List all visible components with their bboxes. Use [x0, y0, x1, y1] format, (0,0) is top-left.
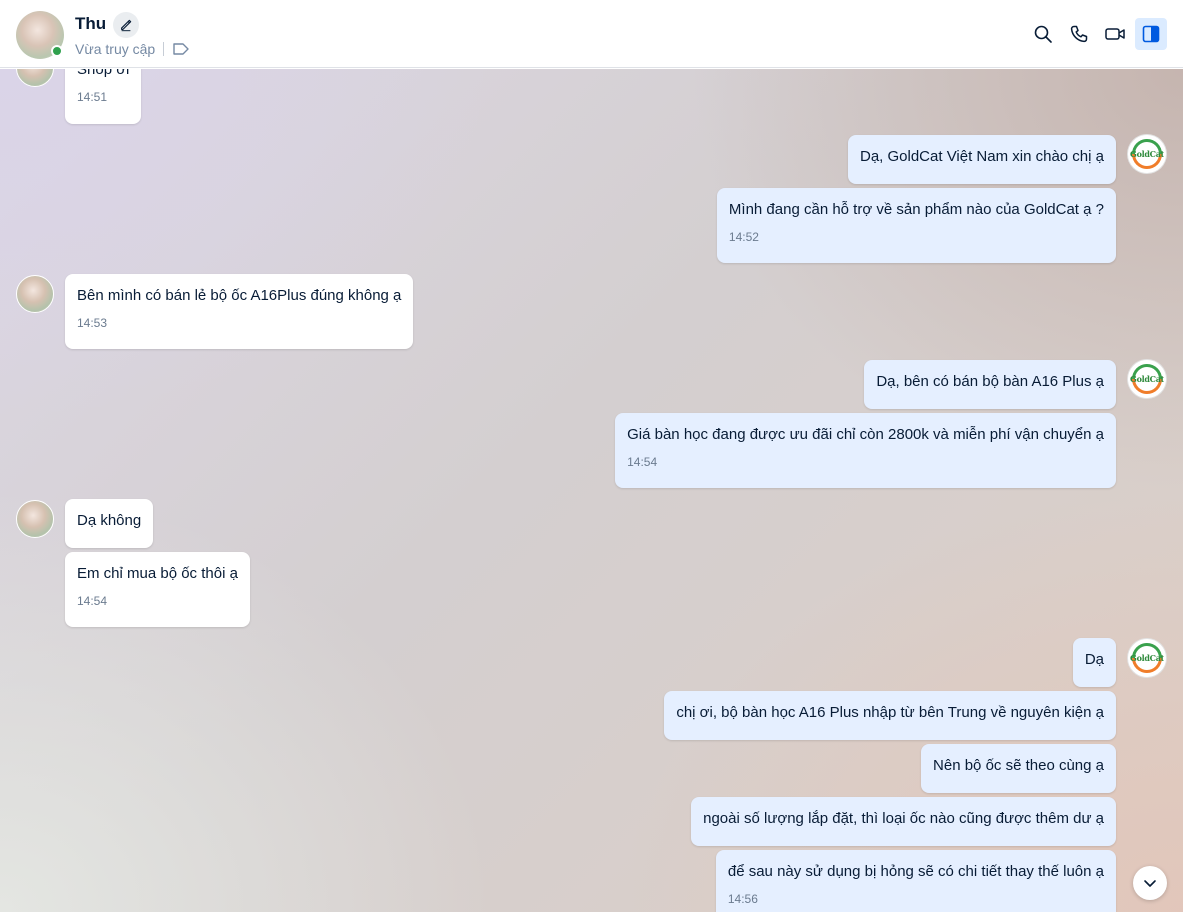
contact-name[interactable]: Thu: [75, 14, 106, 34]
video-call-button[interactable]: [1099, 18, 1131, 50]
sidebar-toggle-icon: [1142, 25, 1160, 43]
message-text: Nên bộ ốc sẽ theo cùng ạ: [933, 757, 1104, 774]
message-bubble[interactable]: Bên mình có bán lẻ bộ ốc A16Plus đúng kh…: [65, 274, 414, 349]
message-time: 14:51: [77, 90, 108, 104]
message-bubble[interactable]: Dạ, bên có bán bộ bàn A16 Plus ạ: [864, 360, 1116, 409]
header-divider: [163, 42, 164, 56]
message-bubble[interactable]: Mình đang cần hỗ trợ về sản phẩm nào của…: [716, 188, 1116, 263]
online-status-dot: [51, 45, 63, 57]
sender-avatar[interactable]: [16, 500, 54, 538]
search-button[interactable]: [1027, 18, 1059, 50]
edit-name-button[interactable]: [113, 12, 139, 38]
message-bubble[interactable]: ngoài số lượng lắp đặt, thì loại ốc nào …: [691, 797, 1116, 846]
message-text: để sau này sử dụng bị hỏng sẽ có chi tiế…: [727, 863, 1104, 880]
message-time: 14:52: [728, 230, 759, 244]
message-text: Dạ không: [77, 512, 142, 529]
sender-avatar[interactable]: [16, 69, 54, 87]
call-button[interactable]: [1063, 18, 1095, 50]
message-text: chị ơi, bộ bàn học A16 Plus nhập từ bên …: [676, 704, 1104, 721]
search-icon: [1034, 25, 1052, 43]
message-text: Dạ, GoldCat Việt Nam xin chào chị ạ: [859, 148, 1104, 165]
message-text: Shop ơi: [77, 69, 130, 78]
message-bubble[interactable]: Shop ơi 14:51: [65, 69, 142, 124]
message-bubble[interactable]: Giá bàn học đang được ưu đãi chỉ còn 280…: [615, 413, 1116, 488]
phone-icon: [1070, 25, 1088, 43]
message-text: Bên mình có bán lẻ bộ ốc A16Plus đúng kh…: [77, 287, 402, 304]
message-bubble[interactable]: Nên bộ ốc sẽ theo cùng ạ: [921, 744, 1116, 793]
message-bubble[interactable]: Dạ không: [65, 499, 154, 548]
message-bubble[interactable]: Dạ: [1072, 638, 1116, 687]
message-text: Giá bàn học đang được ưu đãi chỉ còn 280…: [627, 426, 1104, 443]
chat-header: Thu Vừa truy cập: [0, 0, 1183, 68]
message-text: Em chỉ mua bộ ốc thôi ạ: [77, 565, 238, 582]
toggle-info-panel-button[interactable]: [1135, 18, 1167, 50]
pencil-icon: [121, 19, 132, 32]
message-text: ngoài số lượng lắp đặt, thì loại ốc nào …: [703, 810, 1104, 827]
header-actions: [1027, 18, 1167, 50]
tag-icon[interactable]: [172, 42, 190, 61]
video-icon: [1105, 28, 1125, 40]
message-text: Mình đang cần hỗ trợ về sản phẩm nào của…: [728, 201, 1104, 218]
scroll-to-bottom-button[interactable]: [1133, 866, 1167, 900]
message-text: Dạ: [1084, 651, 1104, 668]
shop-avatar[interactable]: GoldCat: [1128, 639, 1166, 677]
message-list[interactable]: Shop ơi 14:51 GoldCat Dạ, GoldCat Việt N…: [0, 69, 1183, 912]
shop-avatar[interactable]: GoldCat: [1128, 135, 1166, 173]
contact-status: Vừa truy cập: [75, 41, 156, 57]
message-bubble[interactable]: chị ơi, bộ bàn học A16 Plus nhập từ bên …: [664, 691, 1116, 740]
message-time: 14:54: [627, 455, 658, 469]
sender-avatar[interactable]: [16, 275, 54, 313]
message-time: 14:54: [77, 594, 108, 608]
message-time: 14:56: [727, 892, 758, 906]
message-bubble[interactable]: Em chỉ mua bộ ốc thôi ạ 14:54: [65, 552, 250, 627]
chevron-down-icon: [1144, 880, 1156, 887]
shop-avatar[interactable]: GoldCat: [1128, 360, 1166, 398]
message-bubble[interactable]: để sau này sử dụng bị hỏng sẽ có chi tiế…: [715, 850, 1116, 912]
message-text: Dạ, bên có bán bộ bàn A16 Plus ạ: [876, 373, 1104, 390]
message-bubble[interactable]: Dạ, GoldCat Việt Nam xin chào chị ạ: [847, 135, 1116, 184]
message-time: 14:53: [77, 316, 108, 330]
